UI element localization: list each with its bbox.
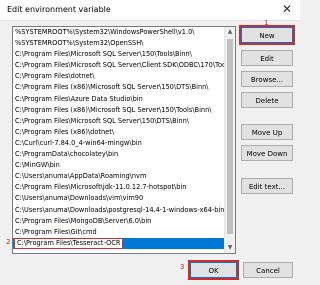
title-bar: Edit environment variable ✕ (0, 0, 300, 21)
path-list-item[interactable]: C:\Users\anuma\Downloads\postgresql-14.4… (13, 205, 224, 216)
cancel-button[interactable]: Cancel (243, 262, 293, 278)
path-list-item[interactable]: C:\Users\anuma\AppData\Roaming\nvm (13, 171, 224, 182)
scrollbar-thumb[interactable] (227, 39, 233, 234)
delete-button[interactable]: Delete (241, 92, 293, 108)
new-button[interactable]: New (239, 25, 295, 45)
path-list-item[interactable]: C:\Program Files (x86)\Microsoft SQL Ser… (13, 105, 224, 116)
path-list-item[interactable]: %SYSTEMROOT%\System32\WindowsPowerShell\… (13, 27, 224, 38)
edit-text-button[interactable]: Edit text... (241, 178, 293, 194)
path-list-item[interactable]: C:\Curl\curl-7.84.0_4-win64-mingw\bin (13, 138, 224, 149)
path-list-item[interactable]: C:\ProgramData\chocolatey\bin (13, 149, 224, 160)
path-list-item[interactable]: C:\Program Files\Microsoft\jdk-11.0.12.7… (13, 182, 224, 193)
move-down-button[interactable]: Move Down (241, 145, 293, 161)
annotation-marker-2: 2 (6, 238, 11, 246)
path-list-item[interactable]: %SYSTEMROOT%\System32\OpenSSH\ (13, 38, 224, 49)
path-list-item[interactable]: C:\Program Files\Microsoft SQL Server\15… (13, 116, 224, 127)
annotation-marker-1: 1 (264, 19, 269, 27)
path-list-item[interactable]: C:\Program Files (x86)\Microsoft SQL Ser… (13, 82, 224, 93)
path-list-item[interactable]: C:\Program Files\Git\cmd (13, 227, 224, 238)
path-list-item-selected[interactable]: C:\Program Files\Tesseract-OCR (13, 237, 224, 249)
path-list-item[interactable]: C:\Users\anuma\Downloads\vim\vim90 (13, 193, 224, 204)
window-title: Edit environment variable (7, 5, 111, 14)
path-list-item[interactable]: C:\Program Files (x86)\dotnet\ (13, 127, 224, 138)
path-list-item[interactable]: C:\Program Files\MongoDB\Server\6.0\bin (13, 216, 224, 227)
path-edit-field[interactable]: C:\Program Files\Tesseract-OCR (14, 237, 124, 249)
ok-button[interactable]: OK (188, 260, 239, 280)
annotation-marker-3: 3 (180, 263, 185, 271)
scroll-down-icon[interactable]: ▼ (225, 243, 235, 253)
move-up-button[interactable]: Move Up (241, 124, 293, 140)
path-list-item[interactable]: C:\Program Files\Azure Data Studio\bin (13, 94, 224, 105)
vertical-scrollbar[interactable]: ▲ ▼ (224, 27, 235, 253)
edit-button[interactable]: Edit (241, 50, 293, 66)
path-list[interactable]: %SYSTEMROOT%\System32\WindowsPowerShell\… (12, 26, 236, 254)
browse-button[interactable]: Browse... (241, 71, 293, 87)
path-rows: %SYSTEMROOT%\System32\WindowsPowerShell\… (13, 27, 224, 249)
scroll-up-icon[interactable]: ▲ (225, 27, 235, 37)
close-icon[interactable]: ✕ (282, 2, 292, 16)
path-list-item[interactable]: C:\Program Files\Microsoft SQL Server\Cl… (13, 60, 224, 71)
path-list-item[interactable]: C:\Program Files\dotnet\ (13, 71, 224, 82)
path-list-item[interactable]: C:\MinGW\bin (13, 160, 224, 171)
path-list-item[interactable]: C:\Program Files\Microsoft SQL Server\15… (13, 49, 224, 60)
